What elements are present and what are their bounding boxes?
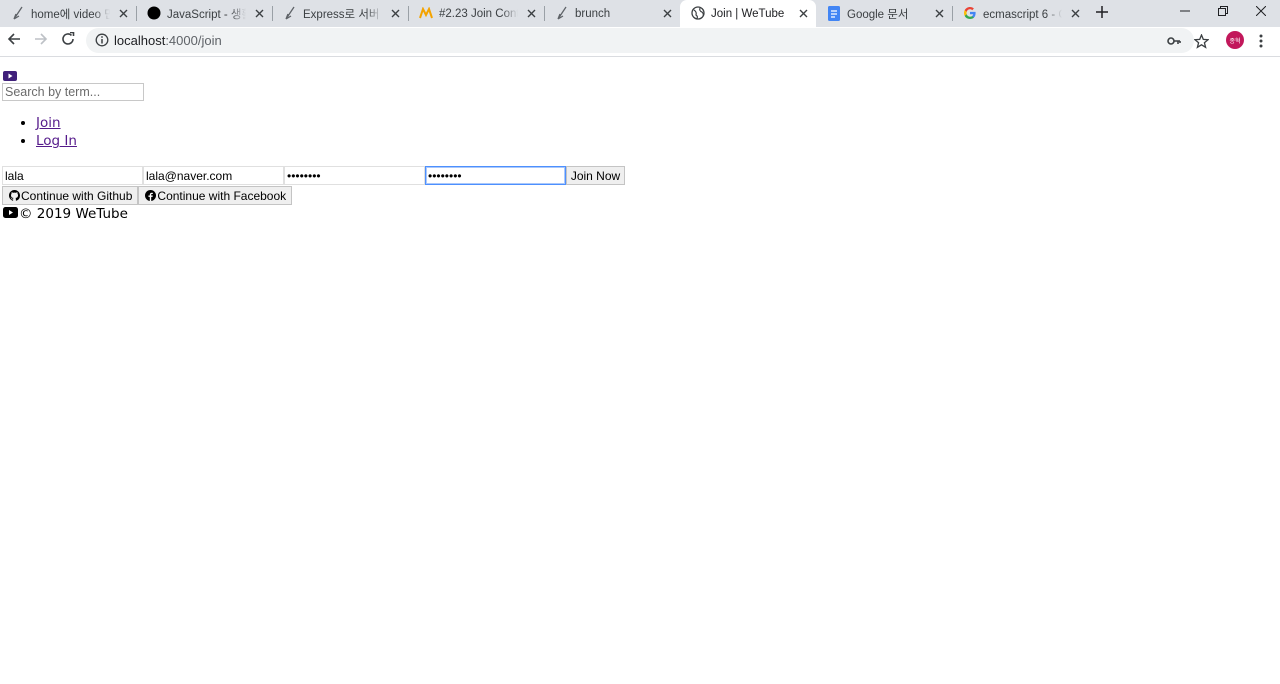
tab-join-controller[interactable]: #2.23 Join Controller	[408, 0, 544, 27]
tab-title: home에 video 만들기	[31, 8, 110, 21]
forward-button[interactable]	[31, 31, 51, 51]
nav-item-join: Join	[36, 114, 77, 132]
google-docs-icon	[826, 5, 842, 21]
window-controls	[1166, 0, 1280, 24]
tab-google-search[interactable]: ecmascript 6 - Google 검색	[952, 0, 1088, 27]
google-icon	[962, 5, 978, 21]
close-icon[interactable]	[116, 6, 130, 20]
nav-list: Join Log In	[0, 114, 77, 150]
nomad-icon	[418, 5, 434, 21]
facebook-button-label: Continue with Facebook	[157, 188, 287, 203]
youtube-icon	[3, 71, 17, 81]
youtube-icon	[3, 205, 18, 223]
join-now-button[interactable]: Join Now	[566, 166, 625, 185]
tab-title: Join | WeTube	[711, 7, 785, 20]
tab-google-docs[interactable]: Google 문서	[816, 0, 952, 27]
url-path: :4000/join	[165, 33, 222, 48]
password-input[interactable]	[284, 166, 425, 185]
facebook-login-button[interactable]: Continue with Facebook	[138, 186, 293, 205]
pen-nib-icon	[282, 5, 298, 21]
password-confirm-input[interactable]	[425, 166, 566, 185]
profile-avatar[interactable]: 종혁	[1226, 31, 1244, 49]
close-icon[interactable]	[252, 6, 266, 20]
nav-item-login: Log In	[36, 132, 77, 150]
restore-button[interactable]	[1204, 0, 1242, 24]
tab-javascript[interactable]: JavaScript - 생활코딩	[136, 0, 272, 27]
restore-icon	[1218, 3, 1228, 21]
tab-title: ecmascript 6 - Google 검색	[983, 8, 1062, 21]
menu-dots-icon[interactable]	[1253, 32, 1269, 50]
minimize-icon	[1180, 3, 1190, 21]
arrow-right-icon	[34, 32, 48, 51]
pen-nib-icon	[10, 5, 26, 21]
tab-strip: home에 video 만들기 JavaScript - 생활코딩 Expres…	[0, 0, 1280, 27]
back-button[interactable]	[4, 31, 24, 51]
close-icon[interactable]	[796, 6, 810, 20]
join-link[interactable]: Join	[36, 115, 61, 131]
tab-express[interactable]: Express로 서버 만들기	[272, 0, 408, 27]
url-text[interactable]: localhost:4000/join	[114, 33, 222, 48]
page-content: Join Log In Join Now Continue with Githu…	[0, 57, 1280, 684]
reload-button[interactable]	[58, 31, 78, 51]
close-window-button[interactable]	[1242, 0, 1280, 24]
github-login-button[interactable]: Continue with Github	[2, 186, 139, 205]
tab-title: Google 문서	[847, 8, 909, 21]
close-window-icon	[1255, 3, 1267, 21]
footer-copyright: © 2019 WeTube	[19, 206, 128, 222]
close-icon[interactable]	[1068, 6, 1082, 20]
email-input[interactable]	[143, 166, 284, 185]
plus-icon	[1096, 5, 1108, 23]
tab-home-video[interactable]: home에 video 만들기	[0, 0, 136, 27]
black-circle-icon	[146, 5, 162, 21]
new-tab-button[interactable]	[1088, 0, 1116, 27]
youtube-logo-link[interactable]	[3, 68, 17, 81]
close-icon[interactable]	[932, 6, 946, 20]
tab-title: JavaScript - 생활코딩	[167, 8, 246, 21]
reload-icon	[61, 31, 75, 51]
github-icon	[9, 190, 20, 201]
url-host: localhost	[114, 33, 166, 48]
tab-join-wetube[interactable]: Join | WeTube	[680, 0, 816, 27]
join-form: Join Now	[2, 166, 625, 185]
close-icon[interactable]	[388, 6, 402, 20]
address-bar[interactable]: localhost:4000/join	[86, 28, 1209, 53]
arrow-left-icon	[7, 32, 21, 51]
close-icon[interactable]	[524, 6, 538, 20]
pen-nib-icon	[554, 5, 570, 21]
close-icon[interactable]	[660, 6, 674, 20]
key-icon[interactable]	[1166, 33, 1182, 49]
minimize-button[interactable]	[1166, 0, 1204, 24]
github-button-label: Continue with Github	[21, 188, 133, 203]
star-icon[interactable]	[1193, 33, 1209, 49]
browser-toolbar: localhost:4000/join 종혁	[0, 27, 1280, 57]
tab-title: brunch	[575, 7, 611, 20]
name-input[interactable]	[2, 166, 143, 185]
footer: © 2019 WeTube	[3, 206, 128, 222]
social-login: Continue with Github Continue with Faceb…	[2, 186, 293, 205]
login-link[interactable]: Log In	[36, 133, 77, 149]
tab-title: #2.23 Join Controller	[439, 7, 518, 20]
search-input[interactable]	[2, 83, 144, 101]
globe-icon	[690, 5, 706, 21]
info-icon[interactable]	[95, 33, 109, 47]
tab-brunch[interactable]: brunch	[544, 0, 680, 27]
facebook-icon	[145, 190, 157, 201]
tab-title: Express로 서버 만들기	[303, 8, 382, 21]
